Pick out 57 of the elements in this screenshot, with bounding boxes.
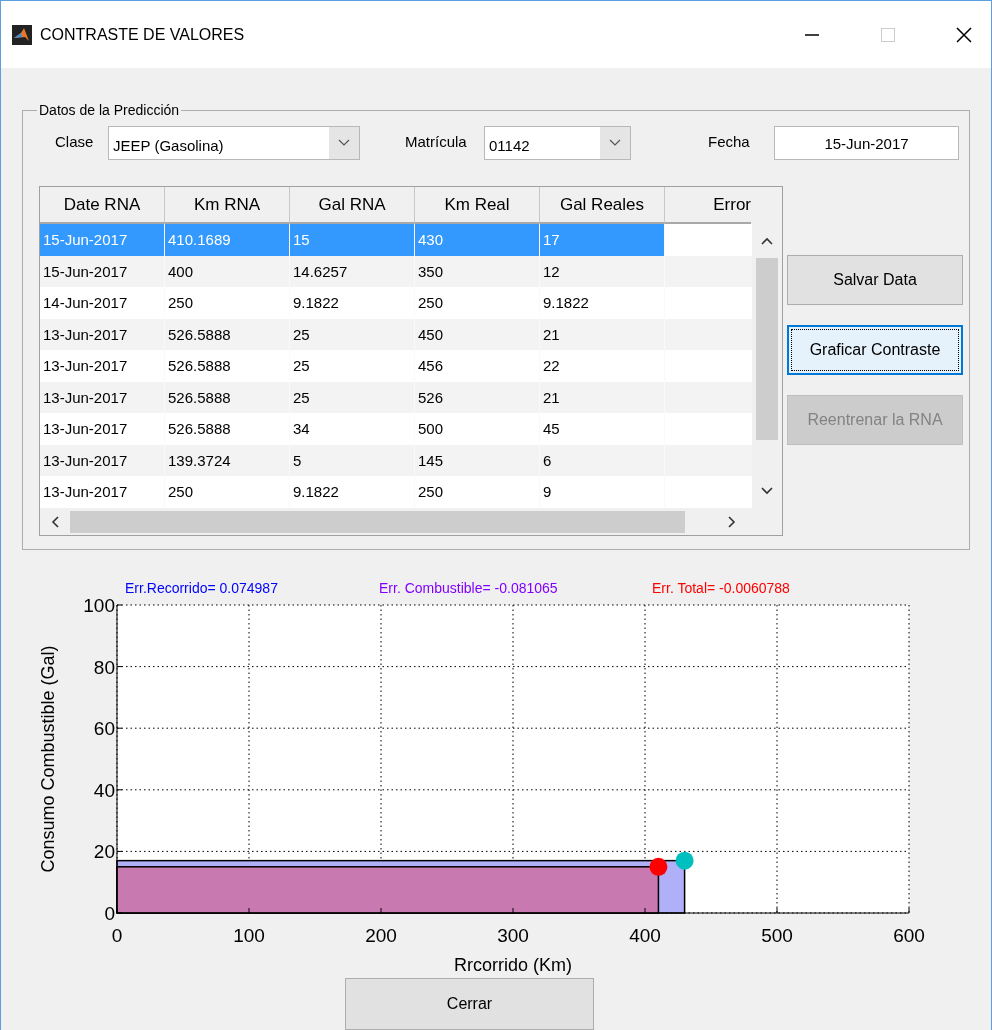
plate-dropdown[interactable]: 01142	[484, 126, 631, 160]
error-label: Err. Total= -0.0060788	[652, 580, 790, 596]
table-cell[interactable]: 9.1822	[290, 287, 415, 319]
app-logo-icon	[12, 25, 32, 45]
table-cell[interactable]: 13-Jun-2017	[40, 476, 165, 508]
field-label: Clase	[55, 133, 94, 150]
y-tick-label: 100	[83, 595, 115, 616]
table-cell[interactable]: 14-Jun-2017	[40, 287, 165, 319]
chevron-down-icon	[609, 139, 621, 147]
date-field[interactable]: 15-Jun-2017	[774, 126, 959, 160]
table-cell[interactable]: 526.5888	[165, 350, 290, 382]
table-cell[interactable]: 250	[165, 476, 290, 508]
x-axis-title: Rrcorrido (Km)	[454, 955, 572, 975]
table-cell[interactable]: 9.1822	[290, 476, 415, 508]
y-tick-label: 80	[93, 656, 115, 678]
table-cell[interactable]: 22	[540, 350, 665, 382]
y-tick-label: 60	[93, 718, 115, 740]
action-button[interactable]: Graficar Contraste	[787, 325, 963, 375]
x-tick-label: 500	[761, 925, 793, 946]
x-tick-label: 200	[365, 925, 397, 946]
x-tick-label: 300	[497, 925, 529, 946]
y-tick-label: 20	[93, 841, 115, 863]
x-tick-label: 100	[233, 925, 265, 946]
window-title: CONTRASTE DE VALORES	[40, 25, 246, 45]
table-cell[interactable]: 250	[415, 476, 540, 508]
table-cell[interactable]: 250	[165, 287, 290, 319]
action-button[interactable]: Salvar Data	[787, 255, 963, 305]
maximize-icon	[878, 25, 898, 45]
chevron-up-icon[interactable]	[761, 237, 773, 245]
table-cell[interactable]: 25	[290, 350, 415, 382]
chevron-right-icon[interactable]	[728, 515, 736, 528]
chevron-down-icon[interactable]	[761, 486, 773, 495]
close-button[interactable]: Cerrar	[345, 978, 594, 1030]
field-label: Matrícula	[405, 133, 467, 150]
chevron-down-icon	[338, 139, 350, 147]
table-cell[interactable]: 500	[415, 413, 540, 445]
table-cell[interactable]: 456	[415, 350, 540, 382]
table-cell[interactable]: 45	[540, 413, 665, 445]
table-cell[interactable]: 13-Jun-2017	[40, 413, 165, 445]
table-cell[interactable]: 34	[290, 413, 415, 445]
error-label: Err.Recorrido= 0.074987	[125, 580, 278, 596]
y-tick-label: 40	[93, 779, 115, 801]
table-cell[interactable]: 9.1822	[540, 287, 665, 319]
y-tick-label: 0	[104, 903, 115, 924]
y-axis-title: Consumo Combustible (Gal)	[38, 645, 58, 873]
table-cell[interactable]: 13-Jun-2017	[40, 350, 165, 382]
field-label: Fecha	[708, 133, 750, 150]
x-tick-label: 600	[893, 925, 925, 946]
table-cell[interactable]: 9	[540, 476, 665, 508]
error-label: Err. Combustible= -0.081065	[379, 580, 558, 596]
chevron-left-icon[interactable]	[51, 515, 59, 528]
table-cell[interactable]: 250	[415, 287, 540, 319]
table-cell[interactable]: 526.5888	[165, 413, 290, 445]
x-tick-label: 0	[111, 925, 123, 946]
close-icon[interactable]	[954, 25, 974, 45]
class-dropdown[interactable]: JEEP (Gasolina)	[108, 126, 360, 160]
x-tick-label: 400	[629, 925, 661, 946]
